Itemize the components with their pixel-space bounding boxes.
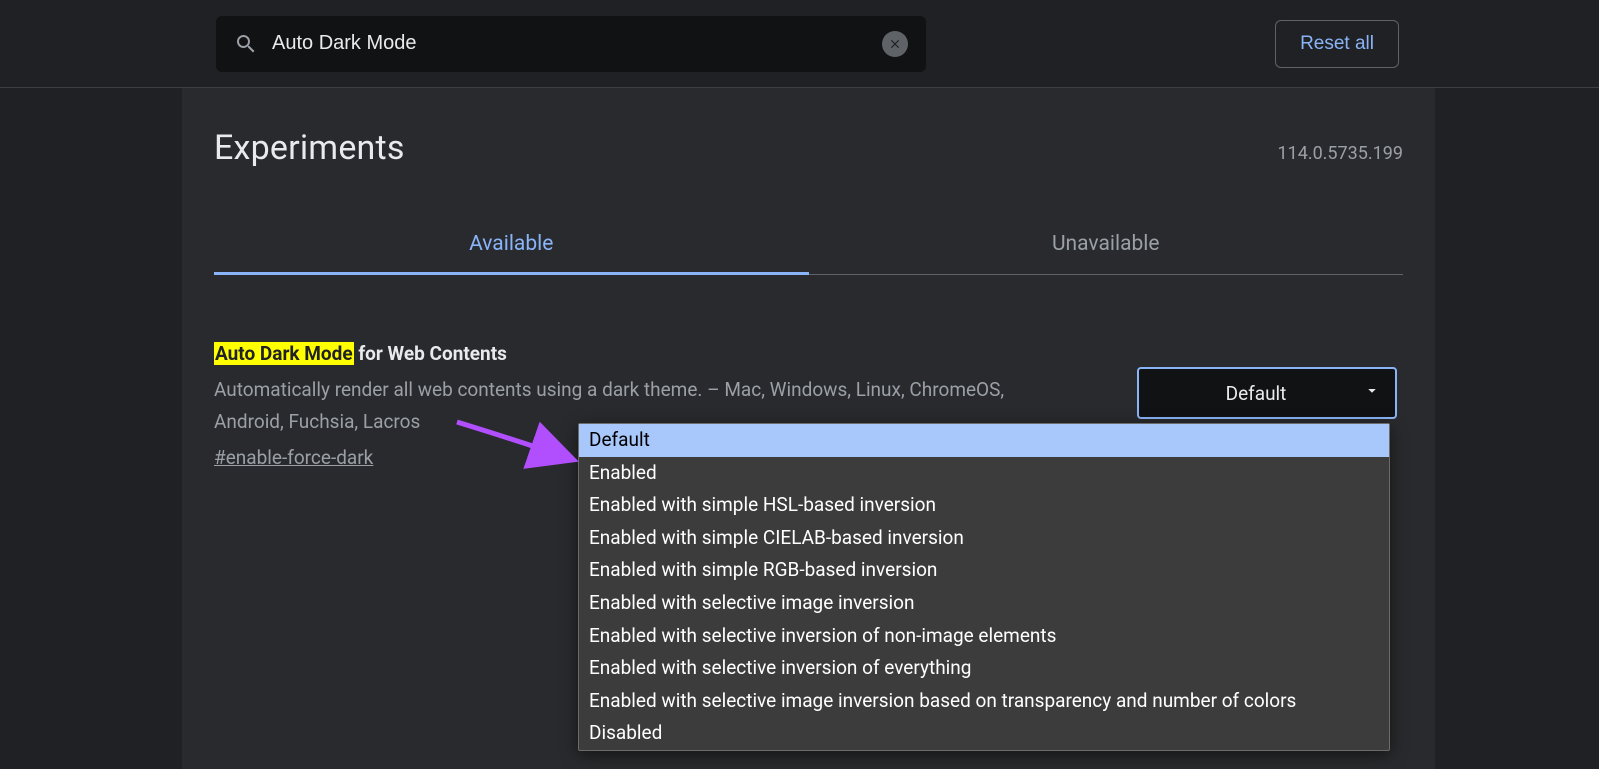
close-icon — [888, 37, 902, 51]
dropdown-option[interactable]: Enabled with simple HSL-based inversion — [579, 489, 1389, 522]
dropdown-option[interactable]: Disabled — [579, 717, 1389, 750]
header-row: Experiments 114.0.5735.199 — [214, 128, 1403, 168]
version-label: 114.0.5735.199 — [1277, 143, 1403, 164]
page-title: Experiments — [214, 128, 405, 168]
flag-select-value: Default — [1226, 382, 1287, 405]
dropdown-option[interactable]: Enabled with selective inversion of ever… — [579, 652, 1389, 685]
clear-search-button[interactable] — [882, 31, 908, 57]
dropdown-option[interactable]: Default — [579, 424, 1389, 457]
chevron-down-icon — [1363, 382, 1381, 405]
flag-title-highlight: Auto Dark Mode — [214, 342, 354, 365]
tab-unavailable[interactable]: Unavailable — [809, 216, 1404, 274]
flag-select-wrap: Default — [1137, 367, 1397, 419]
top-bar: Reset all — [0, 0, 1599, 88]
dropdown-option[interactable]: Enabled with selective image inversion — [579, 587, 1389, 620]
flag-title-rest: for Web Contents — [354, 342, 507, 365]
search-box[interactable] — [216, 16, 926, 72]
flag-select-dropdown[interactable]: DefaultEnabledEnabled with simple HSL-ba… — [578, 423, 1390, 751]
dropdown-option[interactable]: Enabled with selective image inversion b… — [579, 685, 1389, 718]
dropdown-option[interactable]: Enabled with simple CIELAB-based inversi… — [579, 522, 1389, 555]
tab-available[interactable]: Available — [214, 216, 809, 274]
dropdown-option[interactable]: Enabled with selective inversion of non-… — [579, 620, 1389, 653]
search-icon — [234, 32, 258, 56]
flag-select[interactable]: Default — [1137, 367, 1397, 419]
reset-all-button[interactable]: Reset all — [1275, 20, 1399, 68]
flag-hash-link[interactable]: #enable-force-dark — [214, 446, 373, 469]
dropdown-option[interactable]: Enabled with simple RGB-based inversion — [579, 554, 1389, 587]
tabs: Available Unavailable — [214, 216, 1403, 275]
flag-title: Auto Dark Mode for Web Contents — [214, 341, 1014, 368]
search-input[interactable] — [272, 32, 868, 55]
dropdown-option[interactable]: Enabled — [579, 457, 1389, 490]
